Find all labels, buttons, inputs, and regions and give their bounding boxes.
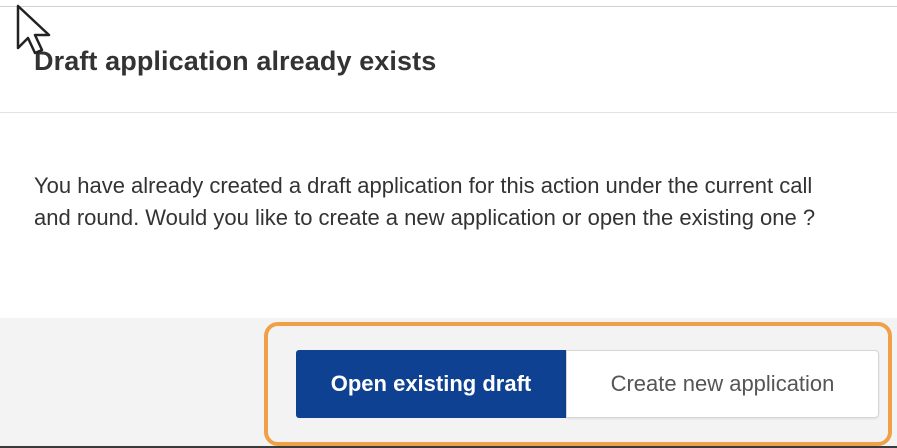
dialog-title: Draft application already exists — [34, 46, 437, 76]
open-existing-draft-button[interactable]: Open existing draft — [296, 350, 566, 418]
mouse-pointer-icon — [16, 4, 51, 55]
create-new-application-button[interactable]: Create new application — [566, 350, 879, 418]
draft-exists-dialog: Draft application already exists You hav… — [0, 0, 897, 448]
dialog-message: You have already created a draft applica… — [34, 173, 816, 230]
dialog-header: Draft application already exists — [0, 6, 897, 113]
